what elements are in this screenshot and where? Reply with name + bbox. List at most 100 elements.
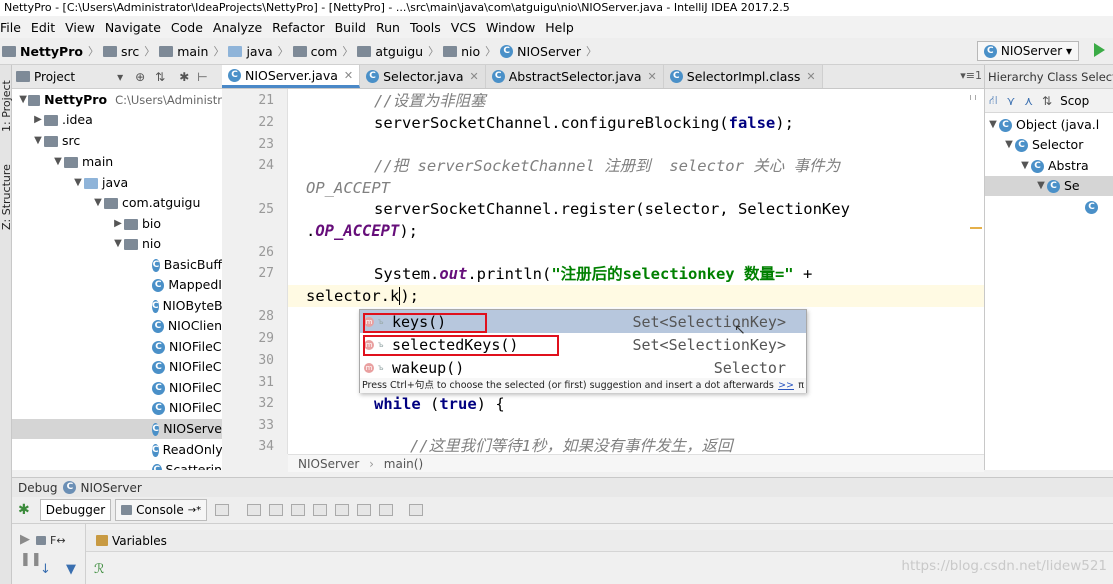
menu-edit[interactable]: Edit	[31, 20, 55, 35]
gear-icon[interactable]: ✱	[179, 70, 189, 84]
tree-item-main[interactable]: ▼ main	[12, 152, 222, 172]
crumb-src[interactable]: src 〉	[102, 43, 155, 59]
tree-item-java[interactable]: ▼ java	[12, 173, 222, 193]
type-hierarchy-icon[interactable]: ⛙	[989, 93, 997, 109]
watch-icon[interactable]: ℛ	[94, 562, 104, 577]
debug-config[interactable]: NIOServer	[80, 478, 141, 498]
hierarchy-row[interactable]: C	[985, 197, 1113, 217]
pause-icon[interactable]: ❚❚	[20, 552, 42, 567]
menu-code[interactable]: Code	[171, 20, 203, 35]
hierarchy-row[interactable]: ▼ C Selector	[985, 135, 1113, 155]
tree-item-nio[interactable]: ▼ nio	[12, 234, 222, 254]
tree-item-src[interactable]: ▼ src	[12, 131, 222, 151]
project-tool-tab[interactable]: 1: Project	[0, 71, 13, 141]
menu-window[interactable]: Window	[486, 20, 535, 35]
tab-selector[interactable]: C Selector.java ✕	[360, 65, 486, 88]
tree-file[interactable]: C NIOFileC	[12, 357, 222, 377]
menu-analyze[interactable]: Analyze	[213, 20, 262, 35]
menu-help[interactable]: Help	[545, 20, 574, 35]
crumb-atguigu[interactable]: atguigu 〉	[357, 43, 439, 59]
evaluate-icon[interactable]	[379, 504, 394, 516]
drop-frame-icon[interactable]	[335, 504, 350, 516]
subtypes-icon[interactable]: ⋏	[1024, 94, 1033, 108]
tree-file-selected[interactable]: C NIOServe	[12, 419, 222, 439]
run-icon[interactable]	[1094, 43, 1105, 57]
filter-icon[interactable]: ▼	[66, 562, 76, 577]
tab-list-icon[interactable]: ▾≡1	[960, 69, 982, 82]
tree-file[interactable]: C Scatterin	[12, 460, 222, 470]
tab-selectorimpl[interactable]: C SelectorImpl.class ✕	[663, 65, 823, 88]
tab-abstractselector[interactable]: C AbstractSelector.java ✕	[485, 65, 664, 88]
menu-run[interactable]: Run	[376, 20, 400, 35]
step-into-icon[interactable]	[269, 504, 284, 516]
project-folder-icon	[2, 45, 16, 57]
down-arrow-icon[interactable]: ↓	[40, 562, 51, 577]
tab-nioserver[interactable]: C NIOServer.java ✕	[222, 65, 361, 88]
supertypes-icon[interactable]: ⋎	[1006, 94, 1015, 108]
frames-tab[interactable]: F ↔	[36, 534, 66, 547]
tree-item-bio[interactable]: ▶ bio	[12, 214, 222, 234]
crumb-nio[interactable]: nio 〉	[443, 43, 496, 59]
crumb-nioserver[interactable]: C NIOServer 〉	[500, 43, 597, 59]
bug-icon[interactable]: ✱	[18, 502, 30, 518]
hierarchy-row[interactable]: ▼ C Abstra	[985, 156, 1113, 176]
close-icon[interactable]: ✕	[344, 69, 353, 82]
tree-file[interactable]: C MappedI	[12, 275, 222, 295]
run-to-cursor-icon[interactable]	[357, 504, 372, 516]
tab-console[interactable]: Console →*	[115, 499, 208, 521]
menu-view[interactable]: View	[65, 20, 95, 35]
line-number: 29	[258, 331, 274, 346]
tree-file[interactable]: C NIOFileC	[12, 337, 222, 357]
menu-build[interactable]: Build	[335, 20, 366, 35]
resume-icon[interactable]: ▶	[20, 532, 30, 547]
tree-root[interactable]: ▼ NettyPro C:\Users\Administr	[12, 90, 222, 110]
close-icon[interactable]: ✕	[648, 70, 657, 83]
tree-file[interactable]: C NIOByteB	[12, 296, 222, 316]
hierarchy-row[interactable]: ▼ C Object (java.l	[985, 115, 1113, 135]
layout-icon[interactable]	[409, 504, 424, 516]
chevron-down-icon: ▼	[74, 177, 82, 188]
step-out-icon[interactable]	[313, 504, 328, 516]
breadcrumb-class[interactable]: NIOServer	[298, 457, 359, 471]
show-execution-point-icon[interactable]	[215, 504, 230, 516]
tree-file[interactable]: C BasicBuff	[12, 255, 222, 275]
tab-debugger[interactable]: Debugger	[39, 499, 112, 521]
suggestion-wakeup[interactable]: m ъ wakeup() Selector	[360, 356, 806, 379]
sort-icon[interactable]: ⇅	[1042, 94, 1052, 108]
menu-navigate[interactable]: Navigate	[105, 20, 161, 35]
chevron-right-icon: ▶	[114, 218, 122, 229]
tree-item-package[interactable]: ▼ com.atguigu	[12, 193, 222, 213]
tree-item-idea[interactable]: ▶ .idea	[12, 110, 222, 130]
run-configuration-select[interactable]: C NIOServer ▾	[976, 41, 1079, 61]
project-view-select[interactable]: Project	[34, 70, 75, 84]
project-view-dropdown-icon[interactable]: ▾	[117, 70, 123, 84]
crumb-java[interactable]: java 〉	[228, 43, 289, 59]
code-editor[interactable]: //设置为非阻塞 serverSocketChannel.configureBl…	[288, 89, 984, 454]
tree-file[interactable]: C ReadOnly	[12, 440, 222, 460]
close-icon[interactable]: ✕	[806, 70, 815, 83]
hierarchy-row-selected[interactable]: ▼ C Se	[985, 176, 1113, 196]
structure-tool-tab[interactable]: Z: Structure	[0, 157, 13, 237]
tree-file[interactable]: C NIOFileC	[12, 398, 222, 418]
pin-icon[interactable]: π	[798, 378, 804, 393]
menu-tools[interactable]: Tools	[410, 20, 441, 35]
collapse-icon[interactable]: ⇅	[155, 70, 165, 84]
step-over-icon[interactable]	[247, 504, 262, 516]
crumb-project[interactable]: NettyPro 〉	[2, 43, 99, 59]
hide-panel-icon[interactable]: ⊢	[197, 70, 207, 84]
hint-more-link[interactable]: >>	[778, 378, 794, 393]
breadcrumb-method[interactable]: main()	[384, 457, 423, 471]
menu-refactor[interactable]: Refactor	[272, 20, 324, 35]
crumb-com[interactable]: com 〉	[292, 43, 353, 59]
force-step-into-icon[interactable]	[291, 504, 306, 516]
tree-file[interactable]: C NIOFileC	[12, 378, 222, 398]
scope-select[interactable]: Scop	[1060, 94, 1089, 108]
menu-vcs[interactable]: VCS	[451, 20, 476, 35]
sync-icon[interactable]: ⊕	[135, 70, 145, 84]
tree-file[interactable]: C NIOClien	[12, 316, 222, 336]
close-icon[interactable]: ✕	[469, 70, 478, 83]
menu-file[interactable]: File	[0, 20, 21, 35]
code-completion-popup[interactable]: m ъ keys() Set<SelectionKey> m ъ selectedKeys…	[359, 309, 807, 393]
crumb-main[interactable]: main 〉	[159, 43, 224, 59]
code-line-24-wrap: OP_ACCEPT	[306, 179, 390, 197]
